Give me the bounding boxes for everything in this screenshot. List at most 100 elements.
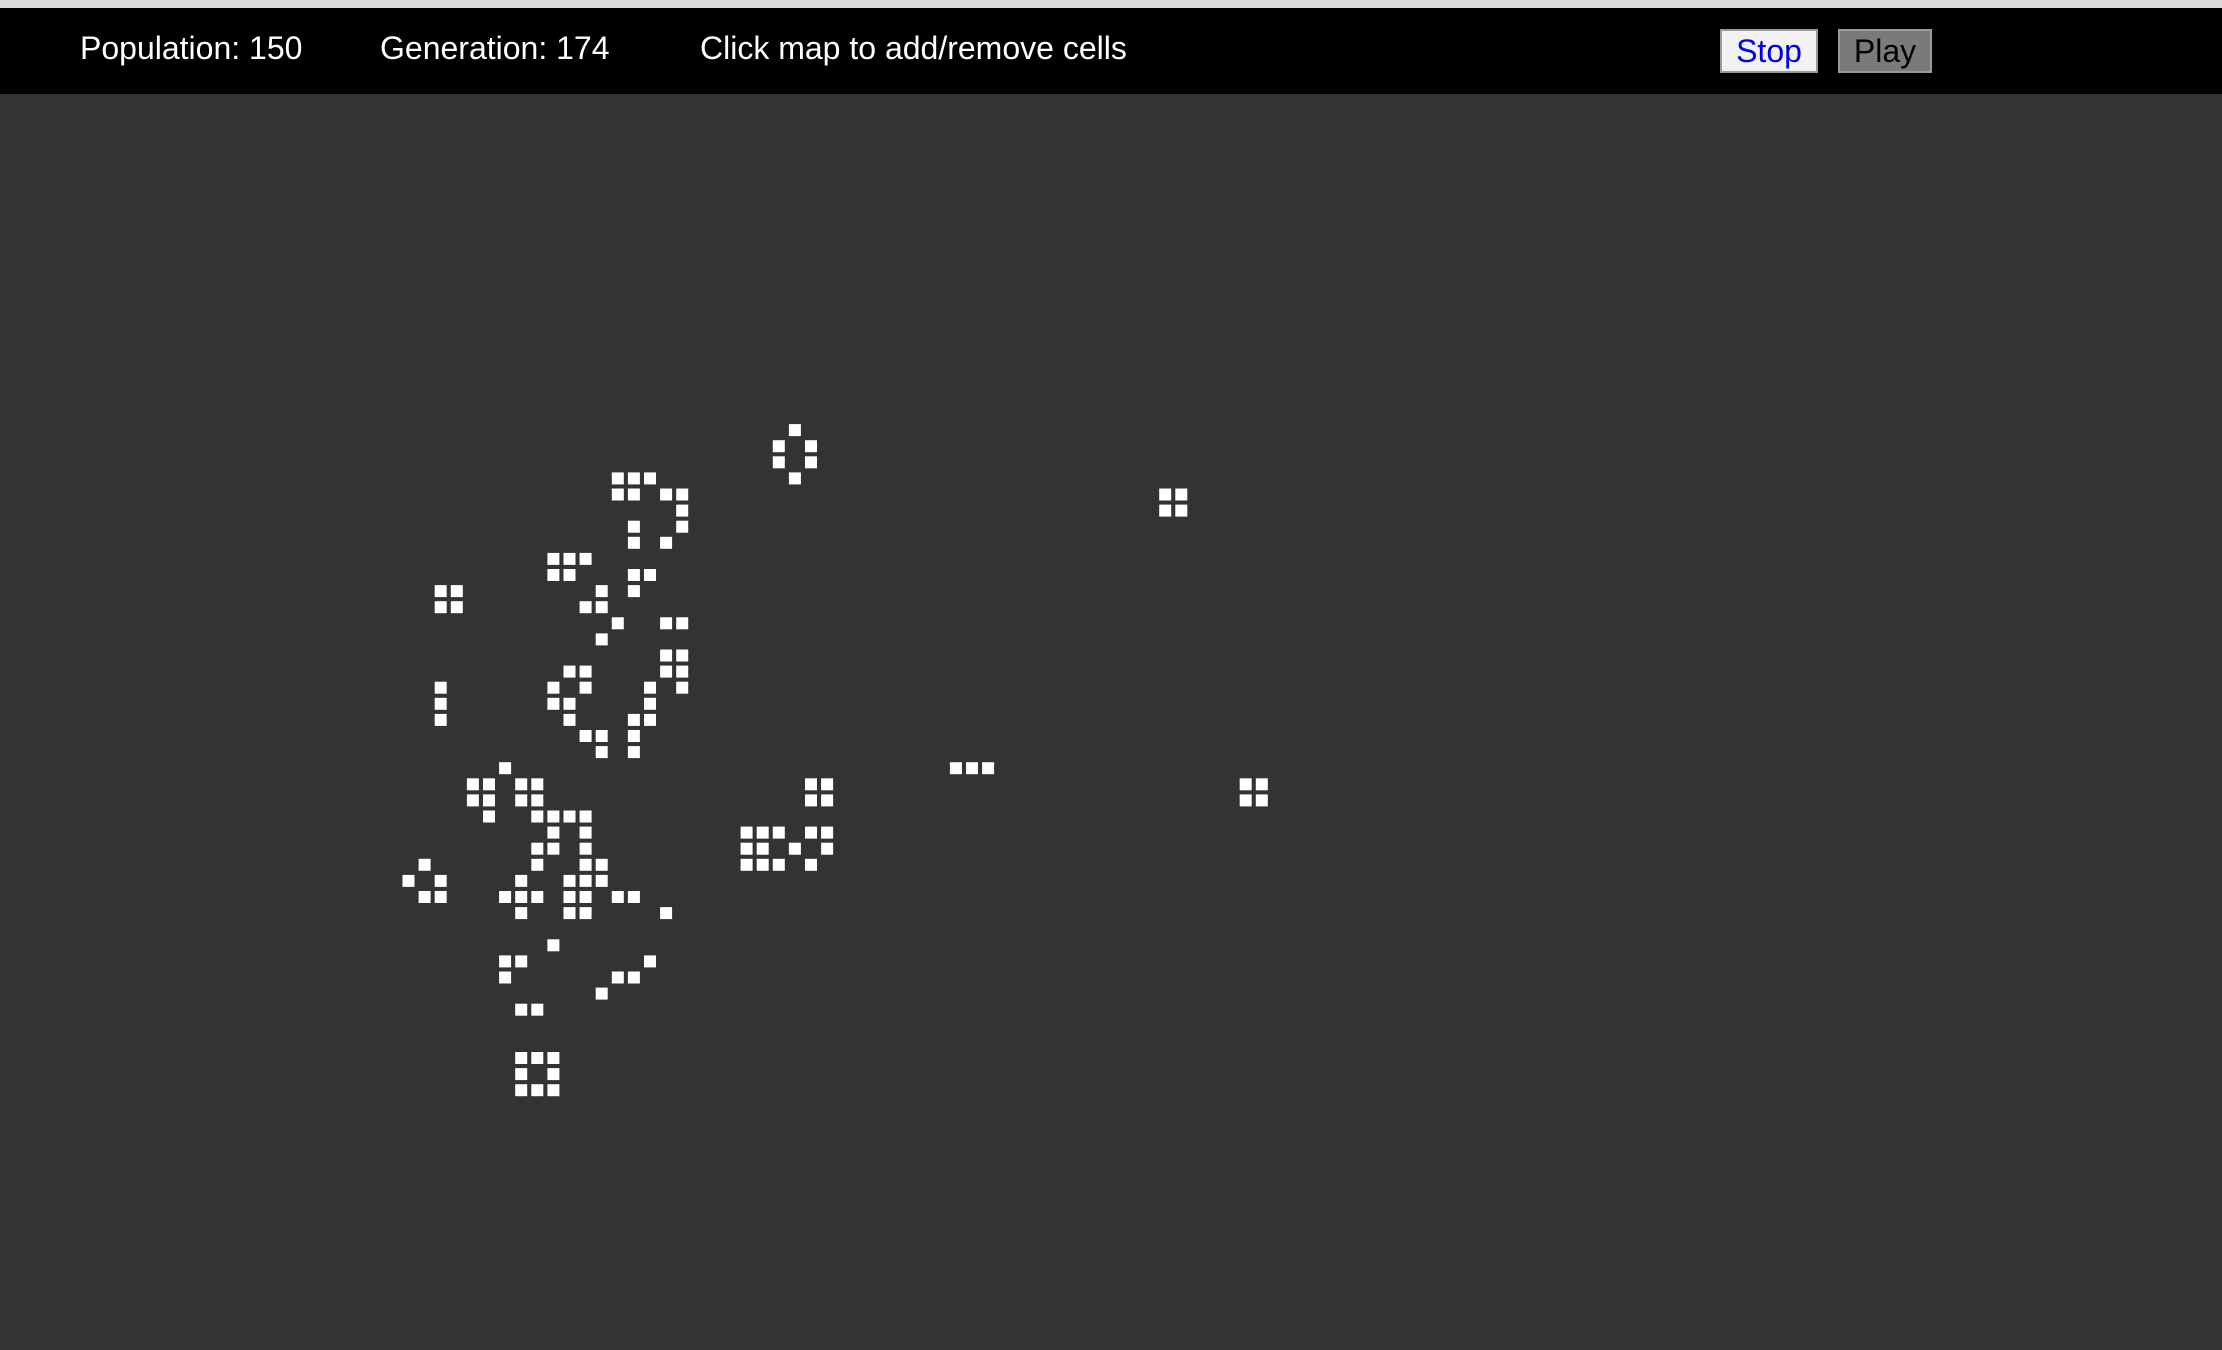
live-cell[interactable]: [450, 585, 463, 598]
live-cell[interactable]: [531, 858, 544, 871]
live-cell[interactable]: [821, 842, 834, 855]
live-cell[interactable]: [434, 601, 447, 614]
live-cell[interactable]: [627, 536, 640, 549]
live-cell[interactable]: [982, 762, 995, 775]
live-cell[interactable]: [1159, 504, 1172, 517]
live-cell[interactable]: [499, 971, 512, 984]
live-cell[interactable]: [676, 504, 689, 517]
live-cell[interactable]: [1159, 488, 1172, 501]
live-cell[interactable]: [676, 681, 689, 694]
live-cell[interactable]: [1255, 794, 1268, 807]
live-cell[interactable]: [547, 810, 560, 823]
live-cell[interactable]: [611, 488, 624, 501]
live-cell[interactable]: [515, 778, 528, 791]
live-cell[interactable]: [434, 697, 447, 710]
live-cell[interactable]: [627, 520, 640, 533]
live-cell[interactable]: [611, 971, 624, 984]
live-cell[interactable]: [756, 826, 769, 839]
live-cell[interactable]: [515, 1052, 528, 1064]
live-cell[interactable]: [531, 891, 544, 903]
live-cell[interactable]: [531, 1052, 544, 1064]
live-cell[interactable]: [579, 842, 592, 855]
live-cell[interactable]: [788, 424, 801, 437]
live-cell[interactable]: [579, 826, 592, 839]
live-cell[interactable]: [579, 907, 592, 920]
live-cell[interactable]: [821, 794, 834, 807]
live-cell[interactable]: [531, 778, 544, 791]
live-cell[interactable]: [805, 794, 817, 807]
live-cell[interactable]: [434, 713, 447, 726]
live-cell[interactable]: [740, 842, 753, 855]
live-cell[interactable]: [579, 858, 592, 871]
live-cell[interactable]: [418, 858, 431, 871]
live-cell[interactable]: [644, 472, 656, 485]
live-cell[interactable]: [595, 633, 608, 646]
live-cell[interactable]: [660, 617, 673, 630]
live-cell[interactable]: [595, 601, 608, 614]
live-cell[interactable]: [627, 891, 640, 903]
live-cell[interactable]: [531, 1003, 544, 1016]
live-cell[interactable]: [627, 585, 640, 598]
live-cell[interactable]: [595, 858, 608, 871]
live-cell[interactable]: [1175, 504, 1188, 517]
stop-button[interactable]: Stop: [1720, 29, 1818, 73]
live-cell[interactable]: [788, 472, 801, 485]
live-cell[interactable]: [547, 1068, 560, 1081]
live-cell[interactable]: [579, 681, 592, 694]
live-cell[interactable]: [563, 907, 576, 920]
live-cell[interactable]: [563, 874, 576, 887]
live-cell[interactable]: [676, 520, 689, 533]
live-cell[interactable]: [772, 440, 785, 453]
live-cell[interactable]: [450, 601, 463, 614]
live-cell[interactable]: [676, 665, 689, 678]
live-cell[interactable]: [627, 472, 640, 485]
live-cell[interactable]: [563, 891, 576, 903]
live-cell[interactable]: [611, 617, 624, 630]
live-cell[interactable]: [595, 730, 608, 742]
life-board[interactable]: [0, 94, 2222, 1350]
live-cell[interactable]: [644, 697, 656, 710]
live-cell[interactable]: [515, 874, 528, 887]
live-cell[interactable]: [611, 472, 624, 485]
live-cell[interactable]: [595, 987, 608, 1000]
live-cell[interactable]: [563, 697, 576, 710]
live-cell[interactable]: [466, 778, 479, 791]
live-cell[interactable]: [805, 440, 817, 453]
live-cell[interactable]: [595, 874, 608, 887]
live-cell[interactable]: [660, 665, 673, 678]
live-cell[interactable]: [1239, 778, 1252, 791]
live-cell[interactable]: [660, 536, 673, 549]
live-cell[interactable]: [627, 971, 640, 984]
live-cell[interactable]: [563, 552, 576, 565]
live-cell[interactable]: [579, 552, 592, 565]
live-cell[interactable]: [611, 891, 624, 903]
live-cell[interactable]: [579, 874, 592, 887]
live-cell[interactable]: [740, 826, 753, 839]
live-cell[interactable]: [676, 649, 689, 662]
live-cell[interactable]: [627, 569, 640, 581]
live-cell[interactable]: [627, 713, 640, 726]
live-cell[interactable]: [676, 488, 689, 501]
live-cell[interactable]: [788, 842, 801, 855]
live-cell[interactable]: [531, 1084, 544, 1097]
live-cell[interactable]: [644, 681, 656, 694]
live-cell[interactable]: [772, 858, 785, 871]
live-cell[interactable]: [531, 794, 544, 807]
live-cell[interactable]: [547, 1084, 560, 1097]
live-cell[interactable]: [547, 552, 560, 565]
play-button[interactable]: Play: [1838, 29, 1932, 73]
live-cell[interactable]: [772, 826, 785, 839]
live-cell[interactable]: [547, 569, 560, 581]
live-cell[interactable]: [434, 681, 447, 694]
live-cell[interactable]: [434, 585, 447, 598]
live-cell[interactable]: [595, 585, 608, 598]
live-cell[interactable]: [627, 746, 640, 759]
live-cell[interactable]: [515, 907, 528, 920]
live-cell[interactable]: [740, 858, 753, 871]
live-cell[interactable]: [805, 456, 817, 469]
live-cell[interactable]: [563, 810, 576, 823]
live-cell[interactable]: [547, 681, 560, 694]
live-cell[interactable]: [1175, 488, 1188, 501]
live-cell[interactable]: [515, 1084, 528, 1097]
live-cell[interactable]: [756, 842, 769, 855]
